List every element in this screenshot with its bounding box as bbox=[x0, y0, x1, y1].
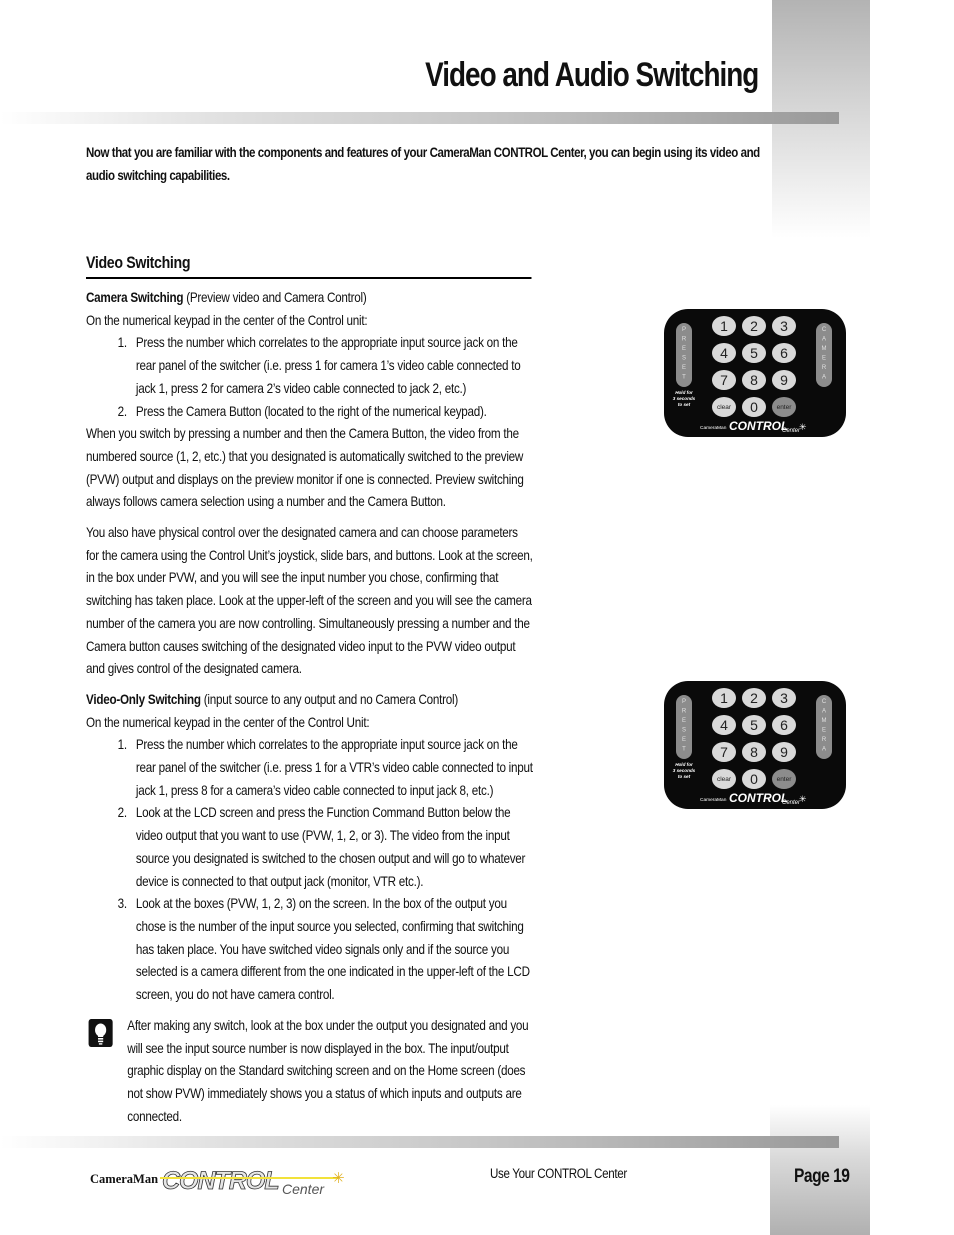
footer-logo-main: CONTROL bbox=[162, 1167, 279, 1195]
key-label: 0 bbox=[750, 399, 758, 415]
section-heading: Video Switching bbox=[86, 254, 532, 279]
key-label: 2 bbox=[750, 318, 758, 334]
key-label: 9 bbox=[780, 372, 788, 388]
preset-label-letter: R bbox=[682, 337, 687, 343]
key-label: 5 bbox=[750, 717, 758, 733]
camera-label-letter: E bbox=[822, 728, 826, 734]
video-only-lead: On the numerical keypad in the center of… bbox=[86, 714, 370, 730]
header-divider-bar bbox=[0, 112, 839, 124]
key-label: enter bbox=[777, 404, 793, 411]
preset-label-letter: S bbox=[682, 356, 686, 362]
key-label: enter bbox=[777, 776, 793, 783]
camera-switching-title: Camera Switching (Preview video and Came… bbox=[86, 287, 533, 310]
video-only-title: Video-Only Switching (input source to an… bbox=[86, 689, 533, 712]
keypad-brand-big: CONTROL bbox=[729, 419, 788, 433]
hold-note-1: Hold for bbox=[675, 390, 693, 395]
camera-switching-lead: On the numerical keypad in the center of… bbox=[86, 312, 368, 328]
list-item: Press the number which correlates to the… bbox=[130, 734, 533, 802]
camera-label-letter: A bbox=[822, 747, 826, 753]
preset-label-letter: E bbox=[682, 718, 686, 724]
key-label: 3 bbox=[780, 690, 788, 706]
key-label: 8 bbox=[750, 744, 758, 760]
list-item: Press the number which correlates to the… bbox=[130, 332, 533, 400]
key-label: 0 bbox=[750, 771, 758, 787]
keypad-illustration: PRESETCAMERA 1 2 3 4 5 6 7 8 9 clear 0 enter Hold f… bbox=[664, 681, 846, 809]
key-label: 5 bbox=[750, 345, 758, 361]
preset-label-letter: T bbox=[682, 747, 686, 753]
subhead-note: (Preview video and Camera Control) bbox=[183, 290, 367, 305]
camera-label-letter: M bbox=[822, 346, 827, 352]
key-label: 1 bbox=[720, 690, 728, 706]
tip-text: After making any switch, look at the box… bbox=[127, 1017, 529, 1124]
camera-label-letter: M bbox=[822, 718, 827, 724]
key-label: 7 bbox=[720, 744, 728, 760]
subhead-note: (input source to any output and no Camer… bbox=[200, 691, 458, 707]
key-label: 6 bbox=[780, 717, 788, 733]
camera-label-letter: E bbox=[822, 356, 826, 362]
camera-switching-steps: Press the number which correlates to the… bbox=[86, 332, 533, 423]
key-label: 1 bbox=[720, 318, 728, 334]
hold-note-2: 3 seconds bbox=[673, 768, 696, 773]
preset-label-letter: T bbox=[682, 375, 686, 381]
hold-note-3: to set bbox=[678, 402, 691, 407]
key-label: 2 bbox=[750, 690, 758, 706]
preset-label-letter: R bbox=[682, 709, 687, 715]
camera-label-letter: C bbox=[822, 327, 827, 333]
camera-label-letter: A bbox=[822, 375, 826, 381]
hold-note-2: 3 seconds bbox=[673, 396, 696, 401]
lightbulb-icon bbox=[88, 1018, 113, 1047]
keypad-brand-big: CONTROL bbox=[729, 791, 788, 805]
control-logo-graphic: CONTROL Center ✳ bbox=[160, 1167, 345, 1197]
keypad-brand-small: CameraMan bbox=[700, 797, 727, 803]
preset-label-letter: E bbox=[682, 365, 686, 371]
camera-switching-para-2: You also have physical control over the … bbox=[86, 525, 533, 677]
video-only-steps: Press the number which correlates to the… bbox=[86, 734, 533, 1006]
preset-label-letter: P bbox=[682, 699, 686, 705]
sparkle-icon: ✳ bbox=[332, 1169, 345, 1187]
footer-logo-suffix: Center bbox=[282, 1181, 325, 1197]
page-number: Page 19 bbox=[794, 1166, 850, 1187]
main-content: Video Switching Camera Switching (Previe… bbox=[86, 254, 533, 1128]
keypad-svg: PRESETCAMERA 1 2 34 5 67 8 9clear 0 enter Hold f… bbox=[664, 309, 846, 437]
list-item: Press the Camera Button (located to the … bbox=[130, 401, 533, 424]
preset-label-letter: E bbox=[682, 346, 686, 352]
keypad-svg: PRESETCAMERA 1 2 34 5 67 8 9clear 0 enter Hold f… bbox=[664, 681, 846, 809]
key-label: 9 bbox=[780, 744, 788, 760]
key-label: 4 bbox=[720, 345, 728, 361]
subhead-bold: Camera Switching bbox=[86, 290, 184, 305]
key-label: clear bbox=[717, 776, 732, 783]
key-label: 6 bbox=[780, 345, 788, 361]
camera-label-letter: A bbox=[822, 337, 826, 343]
intro-paragraph: Now that you are familiar with the compo… bbox=[86, 145, 760, 183]
key-label: 3 bbox=[780, 318, 788, 334]
camera-label-letter: R bbox=[822, 365, 827, 371]
key-label: 8 bbox=[750, 372, 758, 388]
preset-label-letter: E bbox=[682, 737, 686, 743]
list-item: Look at the LCD screen and press the Fun… bbox=[130, 802, 533, 893]
footer-divider-bar bbox=[0, 1136, 839, 1148]
camera-label-letter: C bbox=[822, 699, 827, 705]
camera-label-letter: R bbox=[822, 737, 827, 743]
keypad-illustration: PRESETCAMERA 1 2 3 4 5 6 7 8 9 clear 0 enter Hold f… bbox=[664, 309, 846, 437]
keypad-brand-small: CameraMan bbox=[700, 425, 727, 431]
sparkle-icon: ✳ bbox=[799, 795, 807, 805]
key-label: 4 bbox=[720, 717, 728, 733]
page-title: Video and Audio Switching bbox=[424, 56, 759, 94]
camera-switching-para-1: When you switch by pressing a number and… bbox=[86, 426, 524, 510]
tip-box: After making any switch, look at the box… bbox=[86, 1015, 533, 1129]
hold-note-1: Hold for bbox=[675, 762, 693, 767]
preset-label-letter: S bbox=[682, 728, 686, 734]
list-item: Look at the boxes (PVW, 1, 2, 3) on the … bbox=[130, 893, 533, 1007]
key-label: 7 bbox=[720, 372, 728, 388]
hold-note-3: to set bbox=[678, 774, 691, 779]
camera-label-letter: A bbox=[822, 709, 826, 715]
sparkle-icon: ✳ bbox=[799, 423, 807, 433]
preset-label-letter: P bbox=[682, 327, 686, 333]
key-label: clear bbox=[717, 404, 732, 411]
subhead-bold: Video-Only Switching bbox=[86, 691, 201, 707]
footer-section-title: Use Your CONTROL Center bbox=[490, 1166, 627, 1181]
